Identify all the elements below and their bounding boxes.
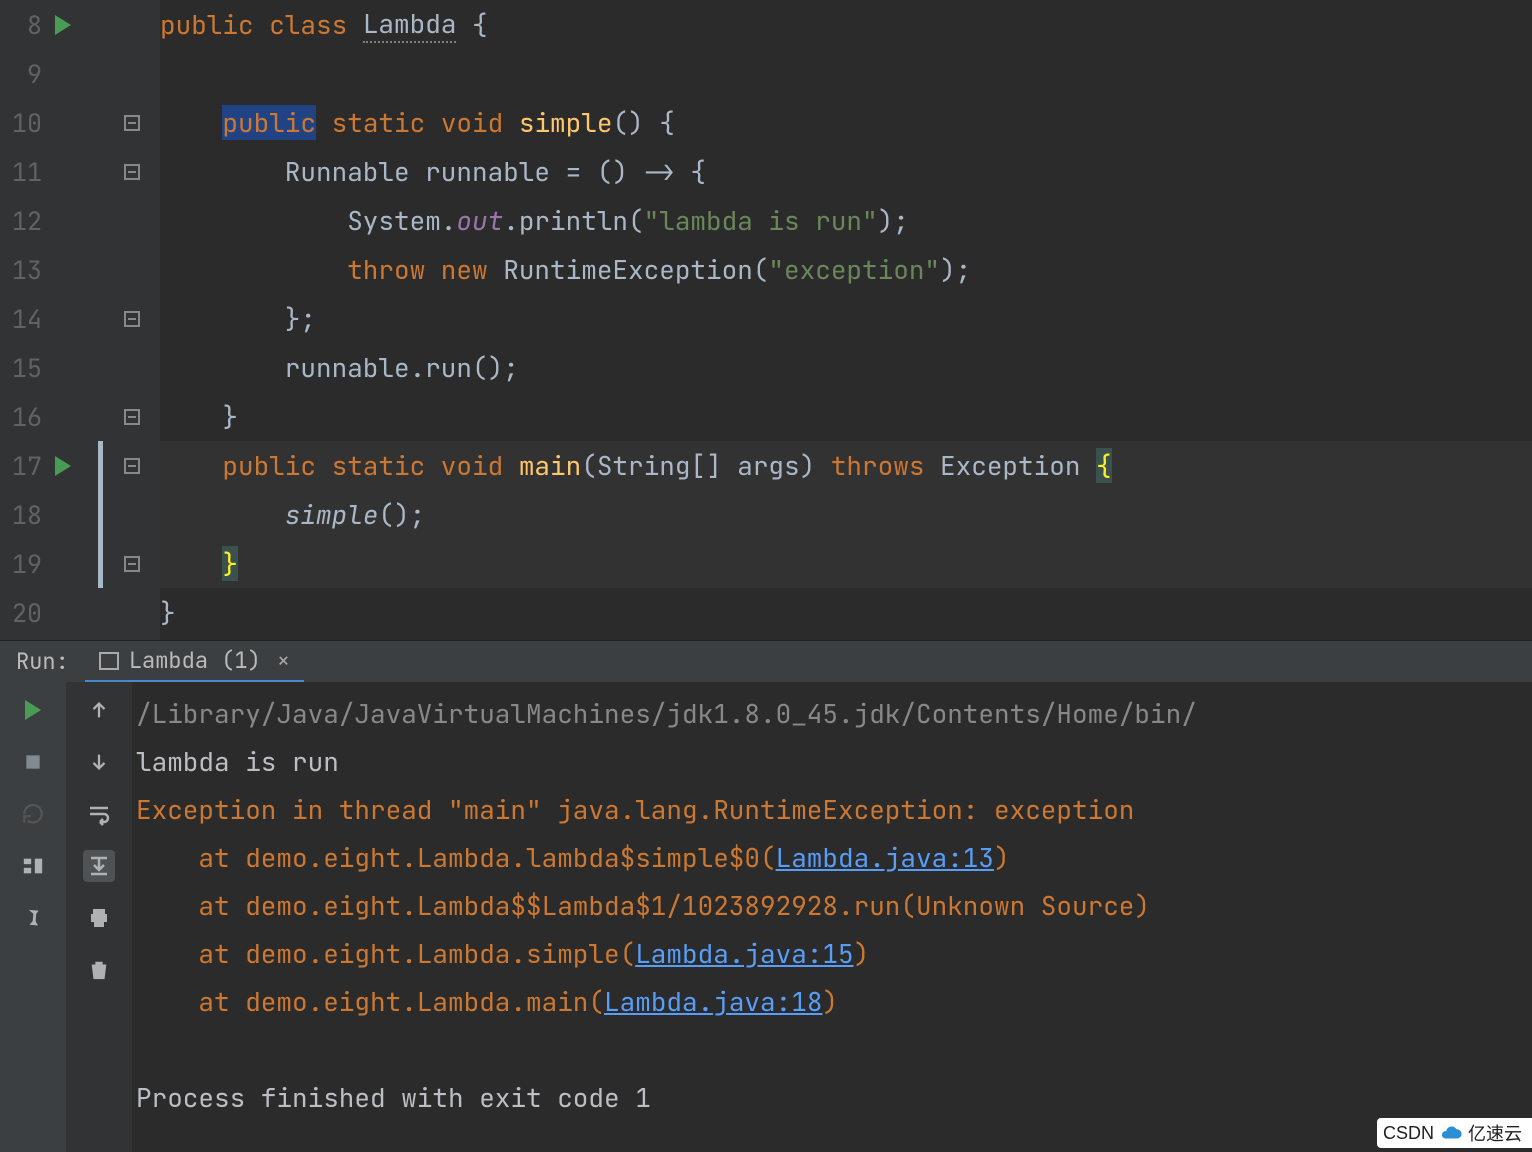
console-line: /Library/Java/JavaVirtualMachines/jdk1.8… bbox=[136, 690, 1528, 738]
code-line[interactable]: runnable.run(); bbox=[160, 343, 1532, 392]
gutter-line[interactable]: 18 bbox=[0, 490, 160, 539]
stacktrace-link[interactable]: Lambda.java:18 bbox=[604, 984, 822, 1019]
code-line[interactable]: throw new RuntimeException("exception"); bbox=[160, 245, 1532, 294]
line-number: 16 bbox=[0, 400, 42, 434]
stop-icon[interactable] bbox=[17, 746, 49, 778]
print-icon[interactable] bbox=[83, 902, 115, 934]
watermark: CSDN 亿速云 bbox=[1377, 1118, 1532, 1148]
code-line[interactable]: public class Lambda { bbox=[160, 0, 1532, 49]
pin-icon[interactable] bbox=[17, 902, 49, 934]
run-toolbar-left bbox=[0, 682, 66, 1152]
line-number: 14 bbox=[0, 302, 42, 336]
code-line[interactable]: simple(); bbox=[160, 490, 1532, 539]
line-number: 13 bbox=[0, 253, 42, 287]
console-line: at demo.eight.Lambda$$Lambda$1/102389292… bbox=[136, 882, 1528, 930]
gutter-line[interactable]: 9 bbox=[0, 49, 160, 98]
gutter-line[interactable]: 15 bbox=[0, 343, 160, 392]
gutter-line[interactable]: 16 bbox=[0, 392, 160, 441]
run-tool-header: Run: Lambda (1) × bbox=[0, 640, 1532, 682]
stacktrace-link[interactable]: Lambda.java:13 bbox=[776, 840, 994, 875]
fold-column[interactable] bbox=[110, 556, 154, 572]
code-line[interactable]: Runnable runnable = () -> { bbox=[160, 147, 1532, 196]
run-tab[interactable]: Lambda (1) × bbox=[85, 641, 304, 683]
run-gutter-icon[interactable] bbox=[42, 15, 84, 35]
code-line[interactable]: public static void main(String[] args) t… bbox=[160, 441, 1532, 490]
run-toolbar-inner bbox=[66, 682, 132, 1152]
layout-icon[interactable] bbox=[17, 850, 49, 882]
run-gutter-icon[interactable] bbox=[42, 456, 84, 476]
line-number: 17 bbox=[0, 449, 42, 483]
down-icon[interactable] bbox=[83, 746, 115, 778]
line-number: 10 bbox=[0, 106, 42, 140]
up-icon[interactable] bbox=[83, 694, 115, 726]
fold-column[interactable] bbox=[110, 409, 154, 425]
console-line: Exception in thread "main" java.lang.Run… bbox=[136, 786, 1528, 834]
line-number: 12 bbox=[0, 204, 42, 238]
fold-column[interactable] bbox=[110, 458, 154, 474]
gutter: 8 9 10 11 12 13 14 15 16 17 18 19 20 bbox=[0, 0, 160, 640]
code-line[interactable]: public static void simple() { bbox=[160, 98, 1532, 147]
code-line[interactable]: }; bbox=[160, 294, 1532, 343]
code-line[interactable] bbox=[160, 49, 1532, 98]
gutter-line[interactable]: 19 bbox=[0, 539, 160, 588]
code-area[interactable]: public class Lambda { public static void… bbox=[160, 0, 1532, 640]
trash-icon[interactable] bbox=[83, 954, 115, 986]
close-icon[interactable]: × bbox=[277, 646, 290, 675]
stacktrace-link[interactable]: Lambda.java:15 bbox=[635, 936, 853, 971]
gutter-line[interactable]: 20 bbox=[0, 588, 160, 637]
gutter-line[interactable]: 12 bbox=[0, 196, 160, 245]
run-tool-body: /Library/Java/JavaVirtualMachines/jdk1.8… bbox=[0, 682, 1532, 1152]
gutter-line[interactable]: 14 bbox=[0, 294, 160, 343]
code-editor[interactable]: 8 9 10 11 12 13 14 15 16 17 18 19 20 public class La… bbox=[0, 0, 1532, 640]
code-line[interactable]: System.out.println("lambda is run"); bbox=[160, 196, 1532, 245]
rerun-icon[interactable] bbox=[17, 694, 49, 726]
gutter-line[interactable]: 11 bbox=[0, 147, 160, 196]
fold-column[interactable] bbox=[110, 164, 154, 180]
gutter-line[interactable]: 8 bbox=[0, 0, 160, 49]
console-line: at demo.eight.Lambda.main(Lambda.java:18… bbox=[136, 978, 1528, 1026]
code-line[interactable]: } bbox=[160, 588, 1532, 637]
line-number: 9 bbox=[0, 57, 42, 91]
console-line: at demo.eight.Lambda.simple(Lambda.java:… bbox=[136, 930, 1528, 978]
console-output[interactable]: /Library/Java/JavaVirtualMachines/jdk1.8… bbox=[132, 682, 1532, 1152]
run-label: Run: bbox=[0, 647, 85, 676]
line-number: 15 bbox=[0, 351, 42, 385]
run-tab-label: Lambda (1) bbox=[129, 646, 261, 675]
gutter-line[interactable]: 13 bbox=[0, 245, 160, 294]
line-number: 18 bbox=[0, 498, 42, 532]
soft-wrap-icon[interactable] bbox=[83, 798, 115, 830]
fold-column[interactable] bbox=[110, 311, 154, 327]
restart-icon[interactable] bbox=[17, 798, 49, 830]
console-line bbox=[136, 1026, 1528, 1074]
line-number: 19 bbox=[0, 547, 42, 581]
line-number: 20 bbox=[0, 596, 42, 630]
line-number: 8 bbox=[0, 8, 42, 42]
line-number: 11 bbox=[0, 155, 42, 189]
console-line: lambda is run bbox=[136, 738, 1528, 786]
gutter-line[interactable]: 17 bbox=[0, 441, 160, 490]
code-line[interactable]: } bbox=[160, 539, 1532, 588]
window-icon bbox=[99, 652, 119, 668]
console-line: at demo.eight.Lambda.lambda$simple$0(Lam… bbox=[136, 834, 1528, 882]
cloud-icon bbox=[1440, 1122, 1462, 1144]
fold-column[interactable] bbox=[110, 115, 154, 131]
scroll-to-end-icon[interactable] bbox=[83, 850, 115, 882]
console-line: Process finished with exit code 1 bbox=[136, 1074, 1528, 1122]
code-line[interactable]: } bbox=[160, 392, 1532, 441]
gutter-line[interactable]: 10 bbox=[0, 98, 160, 147]
